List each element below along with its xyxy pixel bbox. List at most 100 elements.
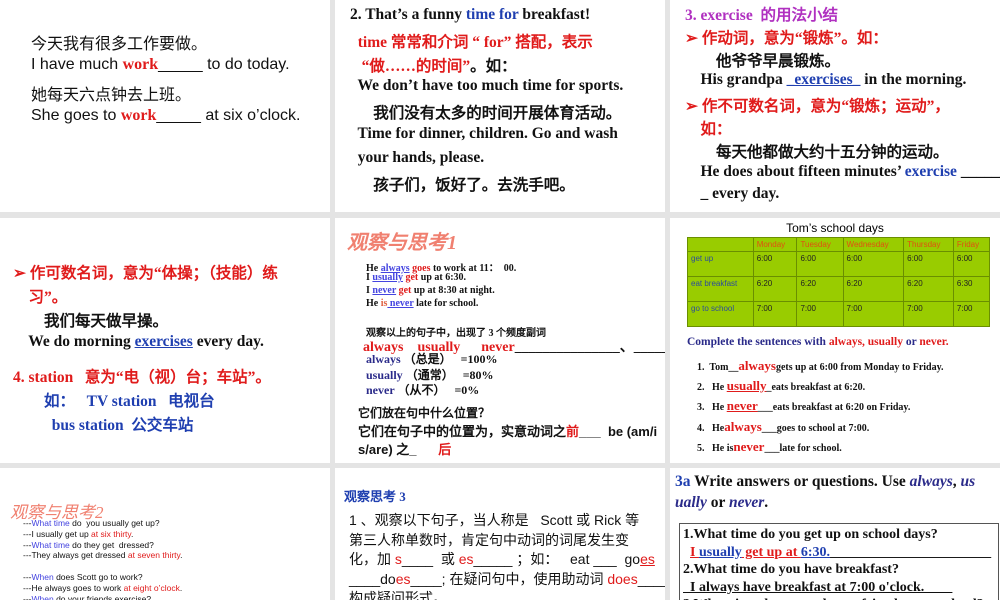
list-item: 2. He usually_eats breakfast at 6:20. [697,378,865,394]
text-line: 每天他都做大约十五分钟的运动。 [685,140,949,162]
text-segment: 1. Tom__ [697,362,739,373]
text-segment: 他爷爷早晨锻炼。 [685,52,841,70]
highlighted-text: 3a [675,473,691,490]
text-segment: Write answers or questions. Use [690,473,910,490]
text-segment: ___goes to school at 7:00. [761,422,870,434]
slide-1-work[interactable]: 今天我有很多工作要做。 I have much work_____ to do t… [0,0,330,212]
text-line: ➢ 作不可数名词，意为“锻炼；运动”， [685,94,950,116]
text-line: She goes to work_____ at six o’clock. [31,107,300,125]
text-segment: . [180,550,183,561]
highlighted-text: What time [31,539,70,550]
text-segment: _ every day. [685,185,780,203]
highlighted-text: ➢ 作可数名词，意为“体操；（技能）练 [13,265,278,282]
text-segment: ____ [637,570,665,587]
highlighted-text: get [396,285,412,296]
highlighted-text: s [394,551,402,567]
slide-2-time-for[interactable]: 2. That’s a funny time for breakfast! ti… [335,0,665,212]
text-segment: _______________、______ 。 [514,340,665,355]
text-segment: We don’t have too much time for sports. [350,77,624,95]
highlighted-text: exercises [134,333,193,350]
highlighted-text: never [387,298,414,309]
highlighted-text: at six thirty [91,528,132,539]
answer-text: never [733,438,765,454]
text-segment: . [764,494,769,511]
text-line: 我们每天做早操。 [13,309,168,331]
text-segment: He [366,298,381,309]
text-line: 今天我有很多工作要做。 [31,30,207,54]
text-segment: _eats breakfast at 6:20. [766,382,866,394]
text-segment: 前 [566,424,580,439]
highlighted-text: 如： TV station 电视台 [13,393,215,410]
highlighted-text: work [120,106,157,124]
text-segment: 她每天六点钟去上班。 [31,87,192,104]
text-segment: --- [23,539,32,550]
highlighted-text: usually [698,544,742,560]
list-item: 1. Tom__alwaysgets up at 6:00 from Monda… [697,358,944,374]
text-segment: 我们没有太多的时间开展体育活动。 [350,105,622,123]
highlighted-text: ➢ 作不可数名词，意为“锻炼；运动”， [685,98,950,116]
text-line: your hands, please. [350,149,484,167]
slide-title: 观察与思考2 [10,503,104,522]
text-segment: . [131,528,134,539]
slide-3-exercise-usage[interactable]: 3. exercise 的用法小结 ➢ 作动词，意为“锻炼”。如： 他爷爷早晨锻炼… [670,0,1000,212]
text-segment [683,545,690,560]
text-line: Time for dinner, children. Go and wash [350,125,617,143]
text-segment: I always have breakfast at 7:00 o'clock.… [683,579,953,595]
answer-box: 1.What time do you get up on school days… [679,523,999,600]
text-line: He does about fifteen minutes’ exercise … [685,163,1000,181]
text-segment: （从不） =0% [394,383,480,397]
text-segment: 化，加 [349,551,395,567]
text-line: 如： [685,117,732,139]
text-segment: ---I usually get up [23,528,92,539]
text-segment: . [179,582,183,593]
text-segment: ___ be (am/i [579,424,658,439]
text-segment: 。如： [470,57,517,75]
text-line: 构成疑问形式。 [349,588,447,600]
highlighted-text: I [690,544,699,560]
highlighted-text: 6:30. [800,544,831,560]
text-segment: I have much [31,55,123,73]
text-segment: 我们每天做早操。 [13,313,169,330]
text-line: 如： TV station 电视台 [13,389,215,411]
text-segment: or [706,494,729,511]
text-line: I have much work_____ to do today. [31,56,290,74]
highlighted-text: exercise [904,162,957,180]
text-line: 2.What time do you have breakfast? [683,562,899,578]
slide-4-exercise-station[interactable]: ➢ 作可数名词，意为“体操；（技能）练 习”。 我们每天做早操。 We do m… [0,218,330,463]
text-segment: ---He always goes to work [23,582,124,593]
text-line: ---What time do they get dressed? [23,540,154,550]
highlighted-text: time for [465,6,519,23]
text-line: ➢ 作动词，意为“锻炼”。如： [685,26,888,48]
text-line: 我们没有太多的时间开展体育活动。 [350,101,621,123]
answer-text: never [726,398,758,414]
highlighted-text: never [372,285,397,296]
text-segment: always [366,352,401,366]
text-segment: breakfast! [518,6,591,23]
slide-9-write-answers[interactable]: 3a Write answers or questions. Use alway… [670,468,1000,600]
highlighted-text: When [31,572,54,582]
slide-6-toms-school-days[interactable]: Tom’s school days Monday Tuesday Wednesday… [670,218,1000,463]
text-segment: gets up at 6:00 from Monday to Friday. [775,362,944,373]
highlighted-text: get up at [741,544,801,560]
answer-text: always [724,418,762,434]
text-line: His grandpa _exercises_ in the morning. [685,71,967,89]
text-line: 1.What time do you get up on school days… [683,527,938,543]
text-segment: 每天他都做大约十五分钟的运动。 [685,143,949,161]
list-item: 3. He never___eats breakfast at 6:20 on … [697,398,910,414]
slide-7-observe-think-2[interactable]: ---What time do you usually get up? ---I … [0,468,330,600]
highlighted-text: at eight o’clock [123,582,180,593]
text-segment: ____do [349,570,396,587]
slide-5-observe-think-1[interactable]: 观察与思考1 He always goes to work at 11： 00.… [335,218,665,463]
text-line: 1 、观察以下句子，当人称是 Scott 或 Rick 等 [349,510,639,530]
text-line: bus station 公交车站 [13,413,194,435]
text-segment: up at 6:30. [418,272,467,283]
text-segment: every day. [192,333,264,350]
text-line: I always have breakfast at 7:00 o'clock.… [683,580,952,596]
text-line: 3a Write answers or questions. Use alway… [675,473,975,491]
highlighted-text: 如： [685,121,732,138]
slide-8-observe-think-3[interactable]: 1 、观察以下句子，当人称是 Scott 或 Rick 等第三人称单数时，肯定句… [335,468,665,600]
text-line: 他爷爷早晨锻炼。 [685,49,840,71]
text-segment: 第三人称单数时，肯定句中动词的词尾发生变 [349,531,629,548]
highlighted-text: get [402,272,419,283]
text-line: ---He always goes to work at eight o’clo… [23,583,182,593]
